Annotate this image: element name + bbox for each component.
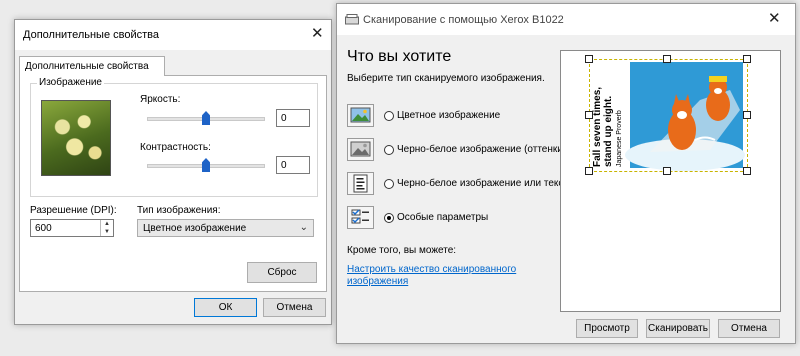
spin-buttons[interactable]: ▲ ▼ (100, 220, 113, 236)
close-icon[interactable]: ✕ (311, 26, 324, 41)
reset-label: Сброс (267, 267, 297, 278)
image-preview-thumbnail (41, 100, 111, 176)
resolution-spinbox[interactable]: 600 ▲ ▼ (30, 219, 114, 237)
also-label: Кроме того, вы можете: (347, 245, 457, 256)
crop-handle-right[interactable] (743, 111, 751, 119)
crop-handle-bottom-right[interactable] (743, 167, 751, 175)
radio-color-image[interactable] (384, 111, 394, 121)
tab-advanced-properties[interactable]: Дополнительные свойства (19, 56, 165, 76)
custom-settings-icon[interactable] (347, 206, 374, 229)
crop-handle-top[interactable] (663, 55, 671, 63)
brightness-value: 0 (281, 113, 287, 124)
crop-handle-bottom[interactable] (663, 167, 671, 175)
adjust-quality-link[interactable]: Настроить качество сканированного изобра… (347, 264, 537, 288)
option-custom-settings-label: Особые параметры (397, 212, 489, 223)
preview-button[interactable]: Просмотр (576, 319, 638, 338)
preview-image: Fall seven times, stand up eight. Japane… (589, 59, 748, 172)
advanced-properties-dialog: Дополнительные свойства ✕ Дополнительные… (14, 19, 332, 325)
cancel-label: Отмена (276, 302, 313, 313)
reset-button[interactable]: Сброс (247, 262, 317, 283)
option-grayscale-label: Черно-белое изображение (оттенки (397, 144, 563, 155)
proverb-line2: stand up eight. (603, 95, 614, 167)
contrast-slider-thumb[interactable] (202, 158, 210, 172)
crop-handle-bottom-left[interactable] (585, 167, 593, 175)
ok-label: ОК (218, 302, 233, 313)
scan-button-label: Сканировать (648, 323, 708, 334)
preview-button-label: Просмотр (584, 323, 630, 334)
contrast-value: 0 (281, 160, 287, 171)
resolution-value: 600 (35, 223, 52, 234)
scanner-icon (345, 14, 359, 25)
ok-button[interactable]: ОК (194, 298, 257, 317)
text-document-icon-graphic (353, 174, 368, 193)
tab-pane: Изображение Яркость: 0 Контрастность: 0 … (19, 75, 327, 292)
scan-preview-pane[interactable]: Fall seven times, stand up eight. Japane… (560, 50, 781, 312)
image-type-select[interactable]: Цветное изображение ⌄ (137, 219, 314, 237)
crop-handle-top-right[interactable] (743, 55, 751, 63)
spin-up-icon[interactable]: ▲ (104, 221, 110, 227)
text-document-icon[interactable] (347, 172, 374, 195)
option-bw-text-label: Черно-белое изображение или текс (397, 178, 564, 189)
image-group: Изображение Яркость: 0 Контрастность: 0 (30, 77, 318, 197)
scan-dialog: Сканирование с помощью Xerox B1022 ✕ Что… (336, 3, 796, 344)
cancel-button-label: Отмена (731, 323, 767, 334)
tab-label: Дополнительные свойства (25, 61, 149, 72)
contrast-input[interactable]: 0 (276, 156, 310, 174)
chevron-down-icon: ⌄ (299, 222, 308, 233)
subtitle: Выберите тип сканируемого изображения. (347, 73, 545, 84)
grayscale-photo-icon-graphic (350, 141, 371, 157)
custom-settings-icon-graphic (351, 209, 369, 224)
cancel-button[interactable]: Отмена (718, 319, 780, 338)
preview-proverb-text: Fall seven times, stand up eight. Japane… (592, 60, 625, 167)
page-heading: Что вы хотите (347, 48, 452, 65)
image-type-label: Тип изображения: (137, 205, 221, 216)
radio-custom-settings[interactable] (384, 213, 394, 223)
contrast-label: Контрастность: (140, 142, 211, 153)
crop-handle-left[interactable] (585, 111, 593, 119)
scan-button[interactable]: Сканировать (646, 319, 710, 338)
proverb-line1: Fall seven times, (592, 86, 603, 167)
spin-down-icon[interactable]: ▼ (104, 229, 110, 235)
image-type-value: Цветное изображение (143, 223, 247, 234)
proverb-line3: Japanese Proverb (616, 110, 623, 167)
crop-handle-top-left[interactable] (585, 55, 593, 63)
brightness-label: Яркость: (140, 94, 181, 105)
option-color-image-label: Цветное изображение (397, 110, 501, 121)
color-photo-icon[interactable] (347, 104, 374, 127)
radio-grayscale-image[interactable] (384, 145, 394, 155)
resolution-label: Разрешение (DPI): (30, 205, 117, 216)
brightness-slider-thumb[interactable] (202, 111, 210, 125)
brightness-input[interactable]: 0 (276, 109, 310, 127)
dialog-title: Дополнительные свойства (23, 29, 159, 41)
dialog-title: Сканирование с помощью Xerox B1022 (363, 14, 564, 26)
grayscale-photo-icon[interactable] (347, 138, 374, 161)
close-icon[interactable]: ✕ (768, 11, 781, 26)
radio-bw-text[interactable] (384, 179, 394, 189)
color-photo-icon-graphic (350, 107, 371, 123)
cancel-button[interactable]: Отмена (263, 298, 326, 317)
image-group-label: Изображение (37, 77, 104, 88)
